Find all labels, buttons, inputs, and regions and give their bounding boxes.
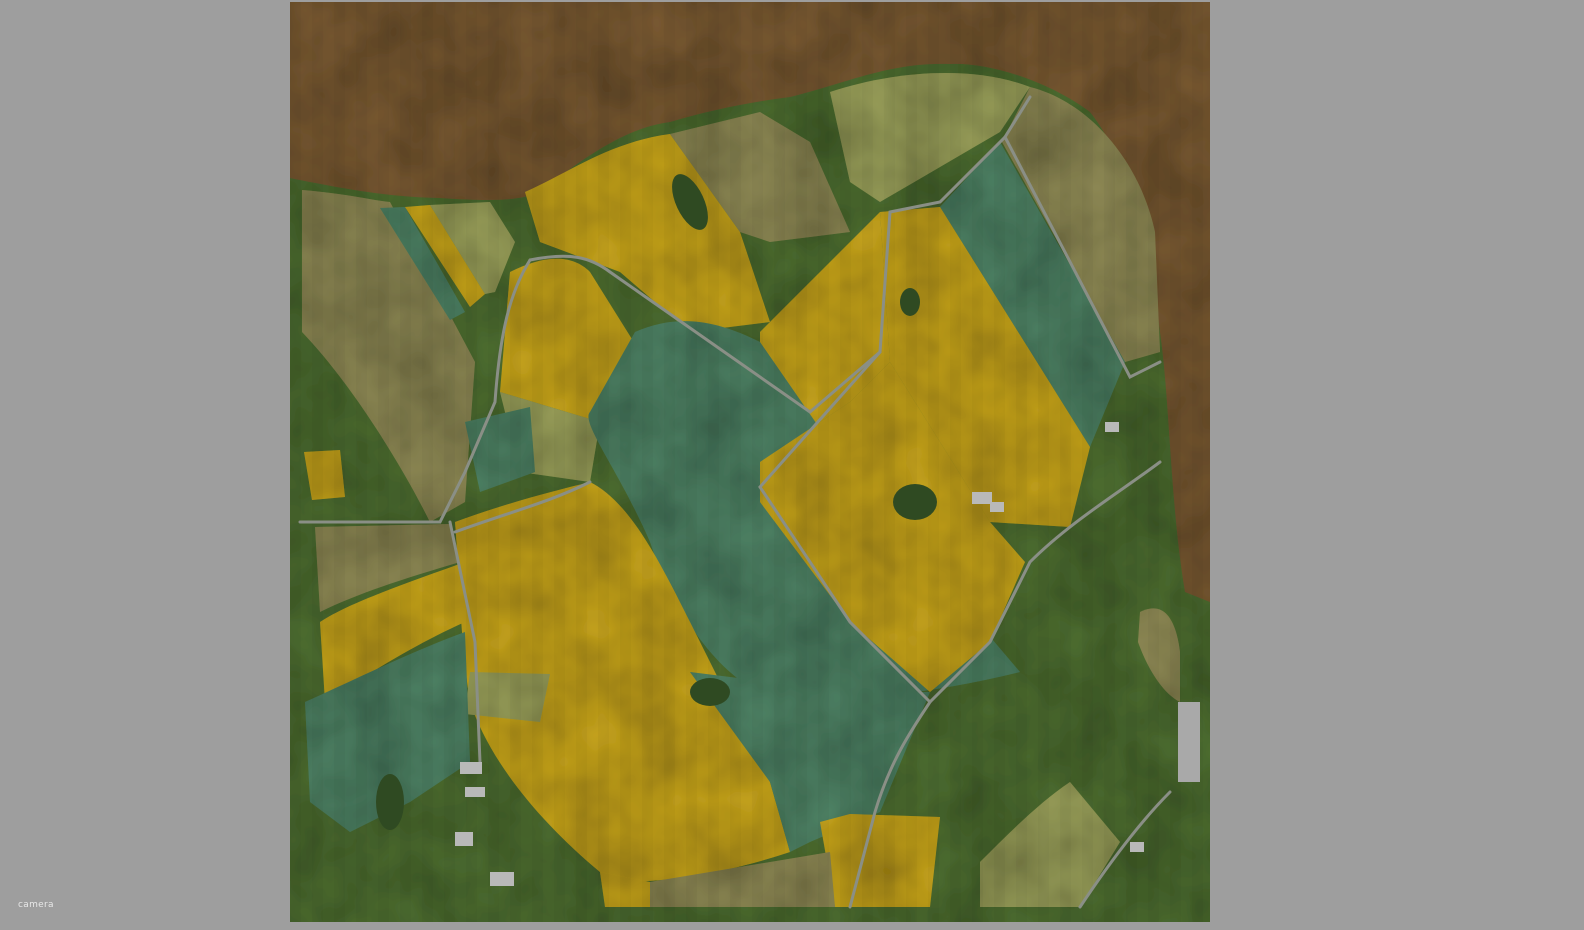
tree-clump (893, 484, 937, 520)
tree-clump (376, 774, 404, 830)
silo-building (1178, 702, 1200, 782)
farm-building (460, 762, 482, 774)
camera-label: camera (18, 900, 54, 910)
farm-building (490, 872, 514, 886)
farm-building (972, 492, 992, 504)
farm-building (465, 787, 485, 797)
farm-building (990, 502, 1004, 512)
field-canola-south (820, 814, 940, 907)
farm-building (1105, 422, 1119, 432)
farm-map[interactable] (290, 2, 1210, 922)
tree-clump (900, 288, 920, 316)
tree-clump (690, 678, 730, 706)
farm-building (455, 832, 473, 846)
map-canvas (290, 2, 1210, 922)
farm-building (1130, 842, 1144, 852)
